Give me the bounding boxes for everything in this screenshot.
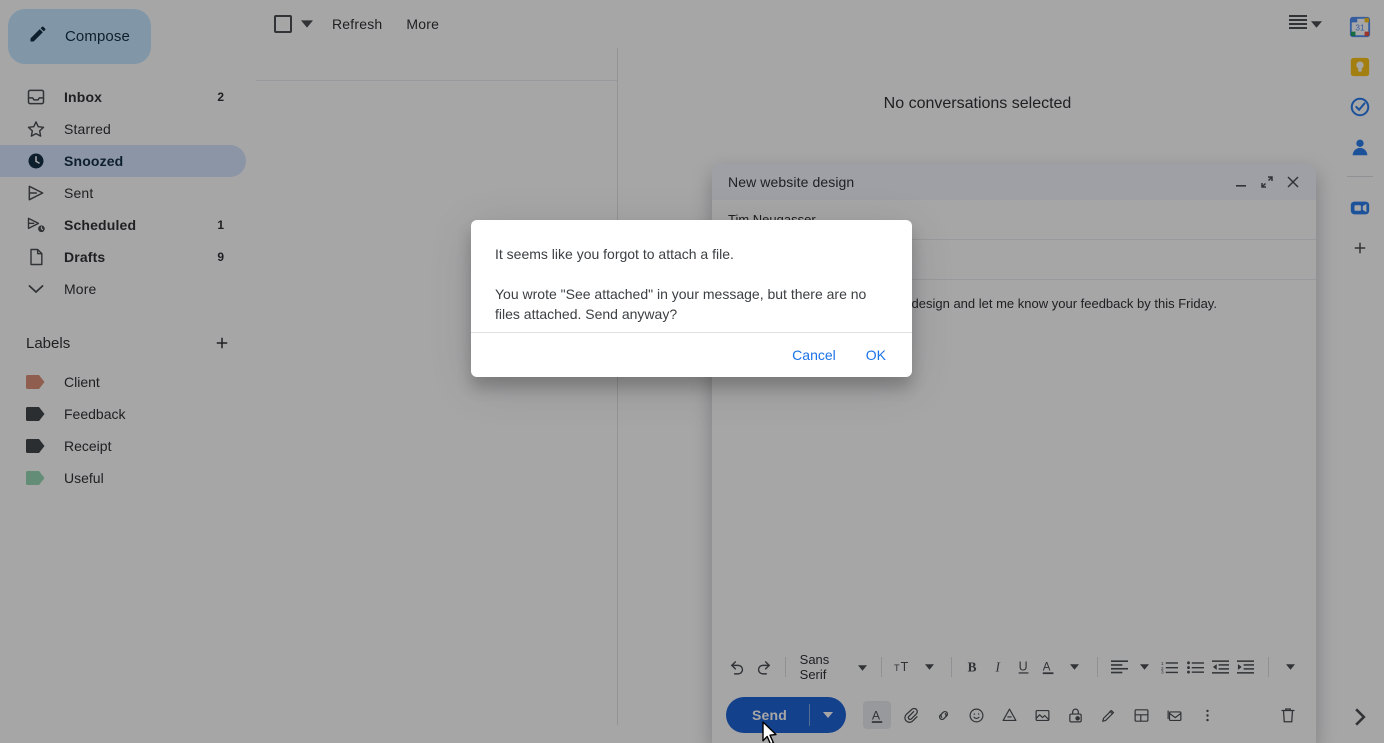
- ok-button[interactable]: OK: [856, 339, 896, 371]
- dialog-message: You wrote "See attached" in your message…: [495, 284, 888, 324]
- dialog-headline: It seems like you forgot to attach a fil…: [495, 244, 888, 264]
- attach-file-warning-dialog: It seems like you forgot to attach a fil…: [471, 220, 912, 377]
- gmail-app-window: Compose Inbox2StarredSnoozedSentSchedule…: [0, 0, 1384, 743]
- dialog-actions: Cancel OK: [471, 332, 912, 377]
- cancel-button[interactable]: Cancel: [782, 339, 846, 371]
- dialog-body: It seems like you forgot to attach a fil…: [471, 220, 912, 332]
